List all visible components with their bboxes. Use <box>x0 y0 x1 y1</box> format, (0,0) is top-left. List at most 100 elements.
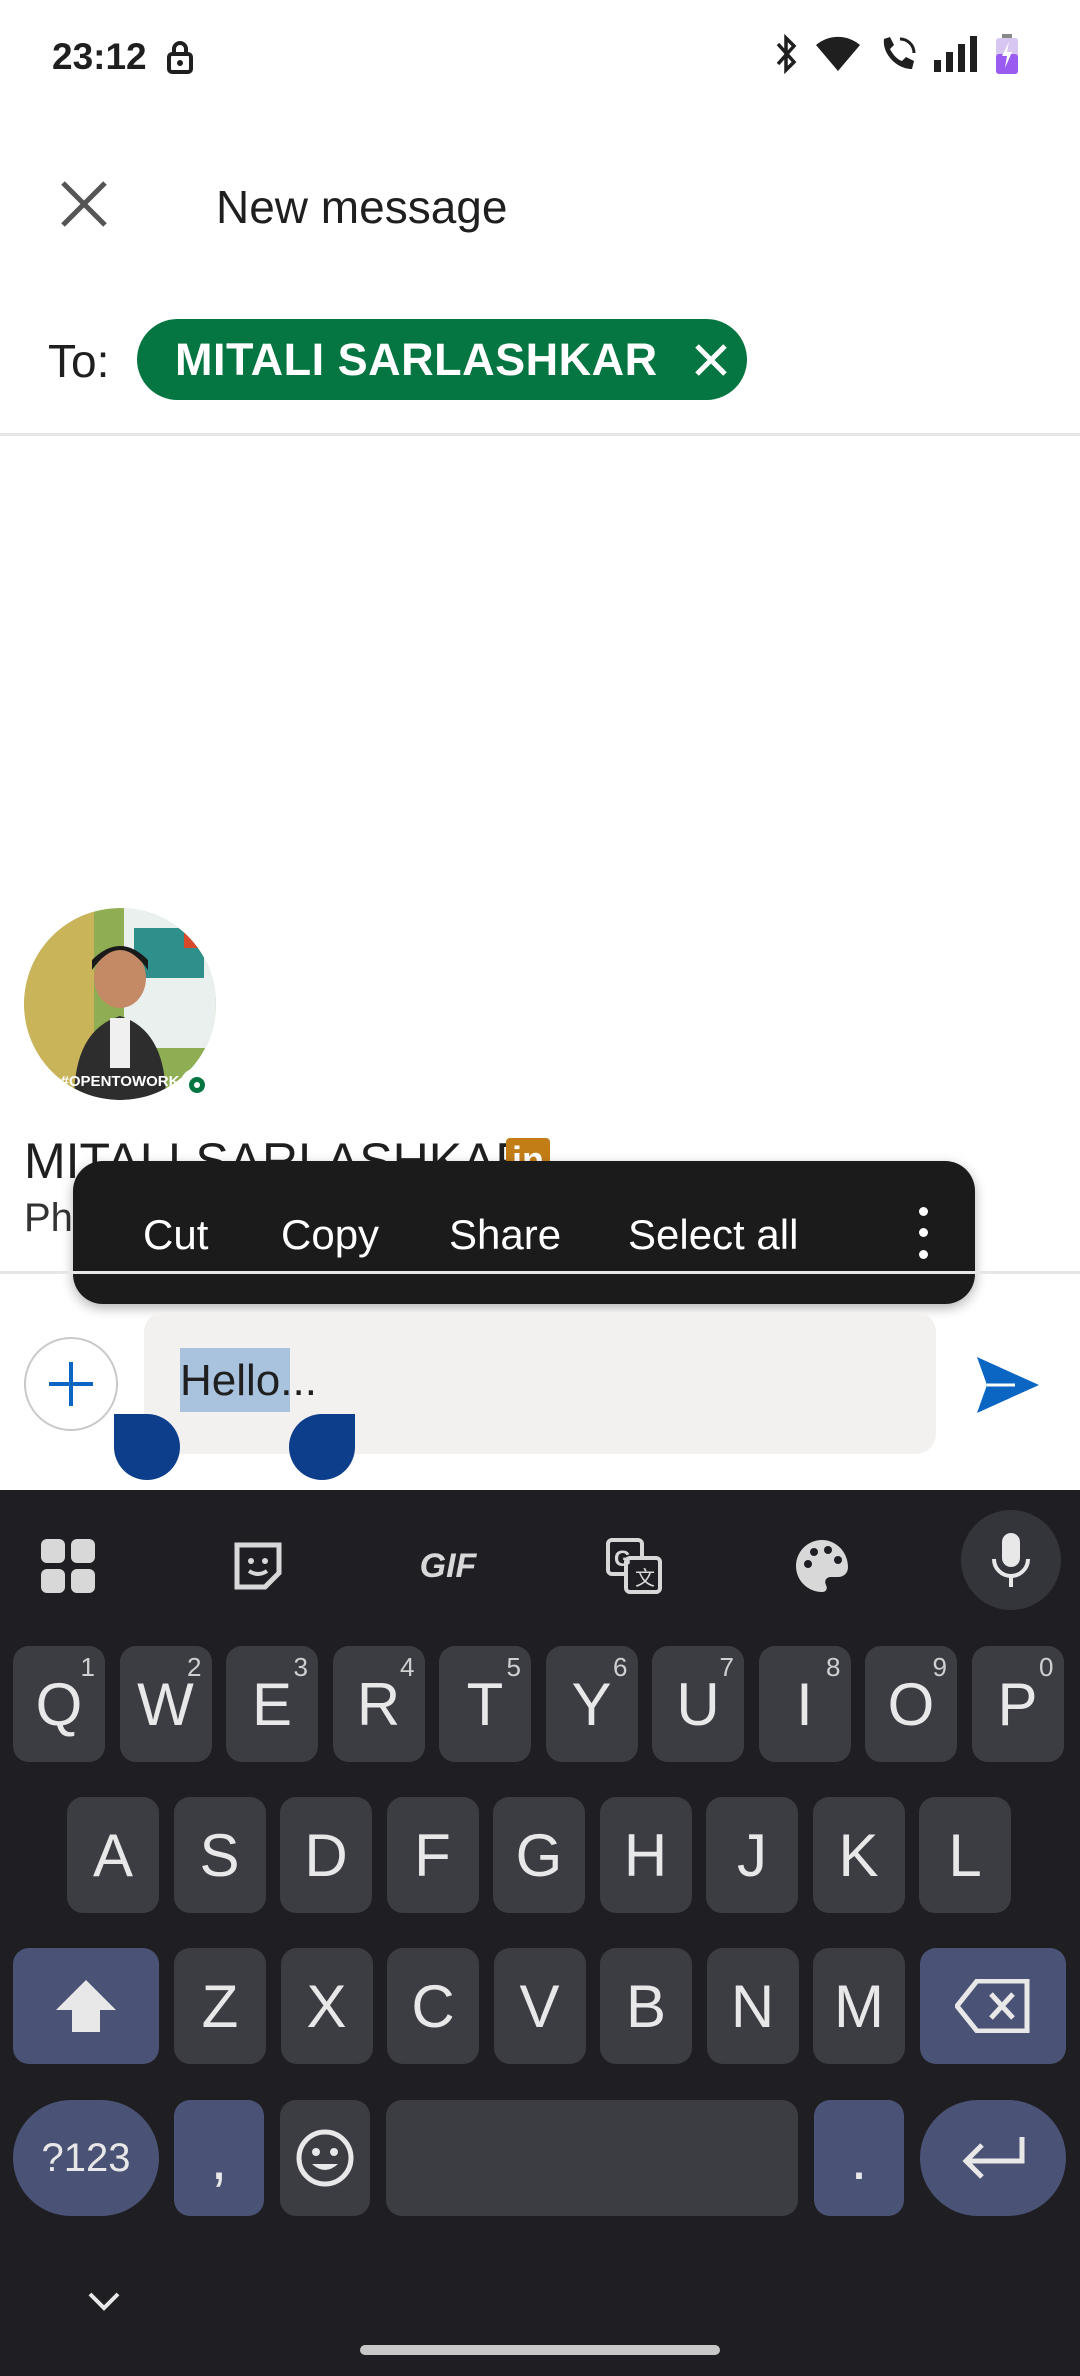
status-icons <box>774 34 1020 74</box>
key-x[interactable]: X <box>280 1948 373 2064</box>
online-status-indicator <box>180 1068 214 1102</box>
key-h[interactable]: H <box>599 1797 692 1913</box>
key-m[interactable]: M <box>813 1948 905 2064</box>
key-j[interactable]: J <box>706 1797 798 1913</box>
copy-button[interactable]: Copy <box>281 1211 379 1259</box>
translate-icon[interactable]: G文 <box>588 1520 680 1612</box>
backspace-icon <box>955 1979 1030 2033</box>
wifi-icon <box>816 36 860 71</box>
keyboard: GIF G文 Q1W2E3R4T5Y6U7I8O9P0 ASDFGHJKL ZX… <box>0 1490 1080 2376</box>
key-c[interactable]: C <box>387 1948 479 2064</box>
key-hint: 1 <box>80 1652 95 1682</box>
key-label: Q <box>35 1670 83 1738</box>
key-q[interactable]: Q1 <box>13 1646 105 1762</box>
enter-key[interactable] <box>920 2100 1066 2216</box>
key-r[interactable]: R4 <box>332 1646 425 1762</box>
sticker-icon[interactable] <box>212 1520 304 1612</box>
gif-button[interactable]: GIF <box>398 1520 498 1612</box>
selection-end-handle[interactable] <box>289 1414 355 1480</box>
key-label: E <box>251 1670 293 1738</box>
lock-icon <box>166 40 194 79</box>
share-button[interactable]: Share <box>449 1211 561 1259</box>
key-o[interactable]: O9 <box>865 1646 957 1762</box>
key-z[interactable]: Z <box>174 1948 266 2064</box>
svg-text:G: G <box>614 1546 631 1571</box>
key-hint: 3 <box>293 1652 308 1682</box>
symbols-key[interactable]: ?123 <box>13 2100 159 2216</box>
send-button[interactable] <box>968 1345 1048 1425</box>
key-hint: 0 <box>1039 1652 1054 1682</box>
key-n[interactable]: N <box>706 1948 799 2064</box>
key-e[interactable]: E3 <box>226 1646 318 1762</box>
shift-icon <box>56 1980 116 2032</box>
key-hint: 5 <box>506 1652 521 1682</box>
key-label: T <box>466 1670 504 1738</box>
key-u[interactable]: U7 <box>652 1646 744 1762</box>
key-label: I <box>796 1670 813 1738</box>
svg-text:文: 文 <box>635 1566 655 1590</box>
wifi-call-icon <box>883 37 916 69</box>
select-all-button[interactable]: Select all <box>628 1211 798 1259</box>
to-label: To: <box>48 335 110 387</box>
key-g[interactable]: G <box>493 1797 585 1913</box>
key-w[interactable]: W2 <box>119 1646 212 1762</box>
text-selection-menu: Cut Copy Share Select all <box>73 1161 975 1304</box>
key-d[interactable]: D <box>280 1797 372 1913</box>
message-text[interactable]: Hello... <box>180 1356 317 1406</box>
key-y[interactable]: Y6 <box>545 1646 638 1762</box>
key-label: O <box>887 1670 935 1738</box>
hide-keyboard-icon[interactable] <box>84 2288 124 2321</box>
opentowork-text: #OPENTOWORK <box>61 1073 180 1090</box>
remove-recipient-button[interactable] <box>690 339 732 381</box>
key-b[interactable]: B <box>600 1948 692 2064</box>
page-title: New message <box>216 181 508 233</box>
key-v[interactable]: V <box>493 1948 586 2064</box>
theme-palette-icon[interactable] <box>776 1520 868 1612</box>
add-attachment-button[interactable] <box>24 1337 118 1431</box>
profile-headline: Ph <box>24 1196 73 1240</box>
key-label: W <box>137 1670 194 1738</box>
bluetooth-icon <box>776 34 797 74</box>
key-a[interactable]: A <box>67 1797 159 1913</box>
emoji-key[interactable] <box>280 2100 370 2216</box>
apps-grid-icon[interactable] <box>22 1520 114 1612</box>
microphone-icon <box>992 1533 1030 1587</box>
recipient-name: MITALI SARLASHKAR <box>175 333 658 385</box>
key-hint: 6 <box>613 1652 628 1682</box>
status-time: 23:12 <box>52 36 147 77</box>
key-hint: 8 <box>826 1652 841 1682</box>
shift-key[interactable] <box>13 1948 159 2064</box>
key-l[interactable]: L <box>919 1797 1011 1913</box>
key-label: R <box>356 1670 401 1738</box>
more-options-icon[interactable] <box>893 1201 953 1265</box>
home-indicator[interactable] <box>360 2345 720 2355</box>
cut-button[interactable]: Cut <box>143 1211 208 1259</box>
microphone-button[interactable] <box>961 1510 1061 1610</box>
period-key[interactable]: . <box>814 2100 904 2216</box>
key-k[interactable]: K <box>812 1797 905 1913</box>
send-icon <box>977 1357 1039 1413</box>
key-hint: 7 <box>719 1652 734 1682</box>
backspace-key[interactable] <box>920 1948 1066 2064</box>
key-label: Y <box>571 1670 612 1738</box>
key-p[interactable]: P0 <box>971 1646 1064 1762</box>
key-f[interactable]: F <box>386 1797 479 1913</box>
key-s[interactable]: S <box>173 1797 266 1913</box>
battery-charging-icon <box>996 34 1018 74</box>
key-i[interactable]: I8 <box>758 1646 851 1762</box>
recipient-chip[interactable]: MITALI SARLASHKAR <box>137 319 747 400</box>
space-key[interactable] <box>386 2100 798 2216</box>
close-icon <box>694 343 727 376</box>
key-t[interactable]: T5 <box>439 1646 531 1762</box>
close-button[interactable] <box>50 170 118 238</box>
signal-icon <box>934 36 977 72</box>
key-hint: 4 <box>400 1652 415 1682</box>
divider <box>0 433 1080 436</box>
comma-key[interactable]: , <box>174 2100 264 2216</box>
selection-start-handle[interactable] <box>114 1414 180 1480</box>
plus-icon <box>49 1362 93 1406</box>
key-label: P <box>997 1670 1038 1738</box>
key-hint: 9 <box>932 1652 947 1682</box>
emoji-icon <box>296 2129 354 2187</box>
key-label: U <box>676 1670 720 1738</box>
